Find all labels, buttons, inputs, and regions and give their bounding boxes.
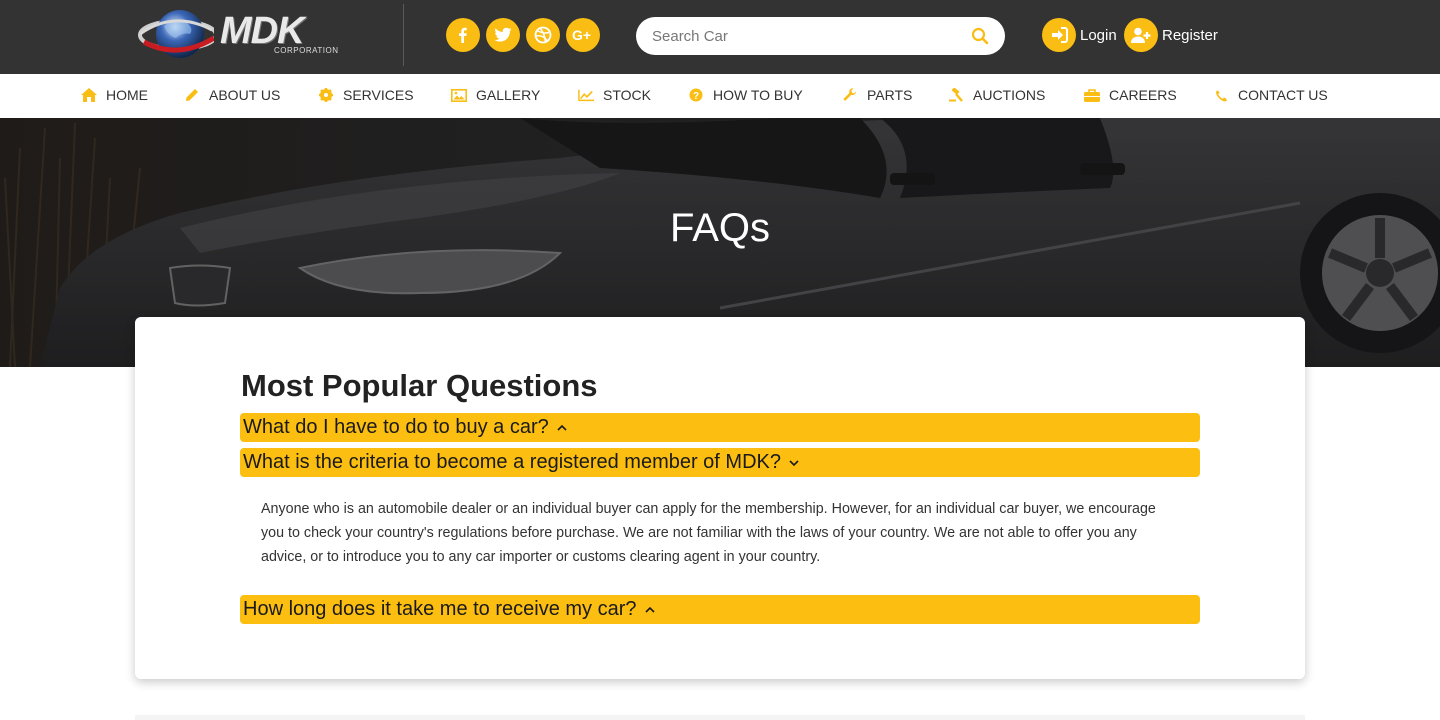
login-label: Login bbox=[1080, 26, 1117, 44]
nav-label: ABOUT US bbox=[209, 87, 281, 103]
nav-label: HOME bbox=[106, 87, 148, 103]
faq-question-text: How long does it take me to receive my c… bbox=[243, 598, 637, 620]
faq-question-text: What is the criteria to become a registe… bbox=[243, 451, 781, 473]
nav-label: SERVICES bbox=[343, 87, 414, 103]
nav-label: HOW TO BUY bbox=[713, 87, 803, 103]
facebook-icon[interactable] bbox=[446, 18, 480, 52]
nav-item-auctions[interactable]: AUCTIONS bbox=[948, 87, 1045, 103]
sign-in-icon bbox=[1042, 18, 1076, 52]
faq-question[interactable]: What is the criteria to become a registe… bbox=[240, 448, 1200, 477]
faq-question-text: What do I have to do to buy a car? bbox=[243, 416, 549, 438]
page-title: FAQs bbox=[669, 206, 771, 250]
chart-icon bbox=[578, 89, 594, 102]
nav-label: CAREERS bbox=[1109, 87, 1177, 103]
register-label: Register bbox=[1162, 26, 1218, 44]
twitter-icon[interactable] bbox=[486, 18, 520, 52]
social-links: G+ bbox=[446, 18, 600, 52]
pencil-icon bbox=[184, 88, 200, 102]
svg-text:?: ? bbox=[693, 91, 699, 102]
faq-heading: Most Popular Questions bbox=[241, 368, 598, 403]
faq-question[interactable]: How long does it take me to receive my c… bbox=[240, 595, 1200, 624]
svg-text:G+: G+ bbox=[572, 27, 591, 43]
search-input[interactable] bbox=[636, 27, 956, 45]
nav-item-how-to-buy[interactable]: ? HOW TO BUY bbox=[688, 87, 803, 103]
nav-item-about-us[interactable]: ABOUT US bbox=[184, 87, 280, 103]
nav-item-home[interactable]: HOME bbox=[81, 87, 148, 103]
google-plus-icon[interactable]: G+ bbox=[566, 18, 600, 52]
login-button[interactable]: Login bbox=[1042, 18, 1117, 52]
gavel-icon bbox=[948, 88, 964, 102]
chevron-up-icon bbox=[557, 424, 567, 431]
nav-label: GALLERY bbox=[476, 87, 541, 103]
register-button[interactable]: Register bbox=[1124, 18, 1218, 52]
gear-icon bbox=[318, 88, 334, 102]
briefcase-icon bbox=[1084, 88, 1100, 102]
nav-item-services[interactable]: SERVICES bbox=[318, 87, 414, 103]
nav-label: CONTACT US bbox=[1238, 87, 1328, 103]
mdk-logo[interactable]: MDK CORPORATION bbox=[134, 4, 338, 66]
nav-label: STOCK bbox=[603, 87, 651, 103]
dribbble-icon[interactable] bbox=[526, 18, 560, 52]
nav-label: PARTS bbox=[867, 87, 913, 103]
search-bar bbox=[636, 17, 1005, 55]
faq-question[interactable]: What do I have to do to buy a car? bbox=[240, 413, 1200, 442]
chevron-up-icon bbox=[644, 606, 655, 613]
logo-subtext: CORPORATION bbox=[274, 46, 339, 55]
wrench-icon bbox=[842, 88, 858, 102]
search-icon[interactable] bbox=[971, 27, 989, 45]
phone-icon bbox=[1213, 89, 1229, 102]
main-nav: HOME ABOUT US SERVICES GALLERY STOCK ? H… bbox=[0, 74, 1440, 118]
faq-answer: Anyone who is an automobile dealer or an… bbox=[261, 501, 1156, 565]
nav-item-parts[interactable]: PARTS bbox=[842, 87, 912, 103]
chevron-down-icon bbox=[789, 459, 799, 466]
image-icon bbox=[451, 88, 467, 102]
globe-logo-icon bbox=[138, 10, 214, 58]
nav-item-careers[interactable]: CAREERS bbox=[1084, 87, 1177, 103]
question-icon: ? bbox=[688, 88, 704, 102]
nav-item-gallery[interactable]: GALLERY bbox=[451, 87, 540, 103]
top-header: MDK CORPORATION G+ Login Re bbox=[0, 0, 1440, 74]
header-divider bbox=[403, 4, 404, 66]
nav-item-stock[interactable]: STOCK bbox=[578, 87, 651, 103]
add-user-icon bbox=[1124, 18, 1158, 52]
faq-card: Most Popular Questions What do I have to… bbox=[135, 317, 1305, 679]
section-divider bbox=[135, 715, 1305, 720]
nav-item-contact-us[interactable]: CONTACT US bbox=[1213, 87, 1328, 103]
nav-label: AUCTIONS bbox=[973, 87, 1046, 103]
home-icon bbox=[81, 88, 97, 102]
